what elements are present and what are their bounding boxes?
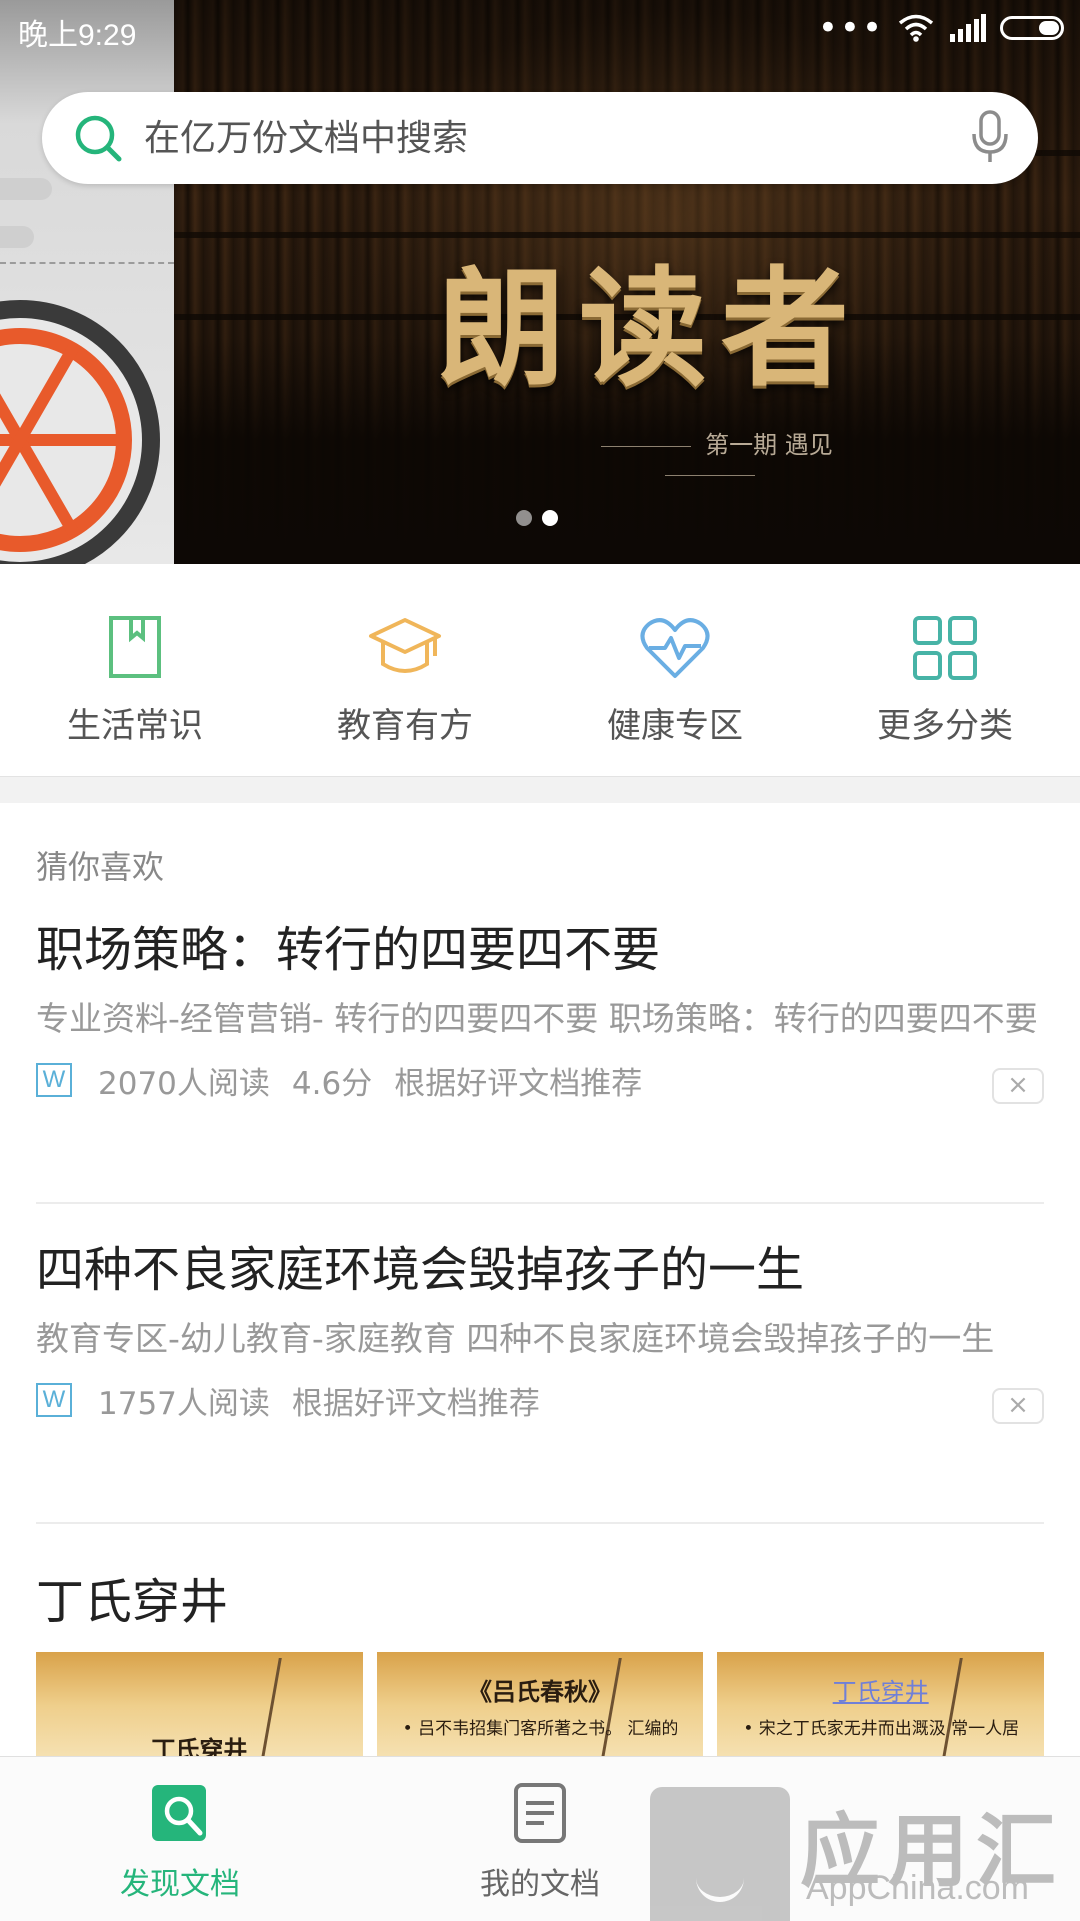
category-label: 健康专区 <box>607 706 743 746</box>
discover-search-icon <box>152 1785 206 1841</box>
thumbnail-text: 《吕氏春秋》 <box>468 1677 612 1706</box>
carousel-indicator <box>516 510 568 530</box>
search-bar[interactable] <box>42 92 1038 184</box>
status-time: 晚上9:29 <box>18 19 137 52</box>
feed-item-meta: W 2070人阅读 4.6分 根据好评文档推荐 × <box>36 1056 1044 1104</box>
banner-carousel[interactable]: 朗读者 第一期 遇见 <box>0 0 1080 564</box>
dismiss-button[interactable]: × <box>992 1068 1044 1104</box>
word-doc-icon: W <box>36 1063 72 1097</box>
feed-item[interactable]: 四种不良家庭环境会毁掉孩子的一生 教育专区-幼儿教育-家庭教育 四种不良家庭环境… <box>36 1240 1044 1424</box>
nav-label: 发现文档 <box>120 1867 240 1902</box>
microphone-icon[interactable] <box>970 110 1010 166</box>
carousel-dot-active <box>542 510 558 526</box>
tab-my-documents[interactable]: 我的文档 <box>430 1781 650 1903</box>
feed-item-description: 教育专区-幼儿教育-家庭教育 四种不良家庭环境会毁掉孩子的一生 <box>36 1319 995 1358</box>
tab-discover[interactable]: 发现文档 <box>70 1781 290 1903</box>
status-bar: 晚上9:29 ••• <box>0 0 1080 60</box>
carousel-dot <box>516 510 532 526</box>
category-grid: 生活常识 教育有方 健康专区 更多分类 <box>0 564 1080 776</box>
signal-icon <box>950 14 986 42</box>
page-thumbnail[interactable]: 丁氏穿井 • 宋之丁氏家无井而出溉汲 常一人居外及其家穿井告人 <box>717 1652 1044 1756</box>
more-dots-icon: ••• <box>817 8 884 48</box>
banner-title: 朗读者 <box>436 254 863 404</box>
rating: 4.6分 <box>291 1065 373 1102</box>
thumbnail-text: 丁氏穿井 <box>151 1735 248 1756</box>
category-education[interactable]: 教育有方 <box>270 564 540 776</box>
bookmark-book-icon <box>109 616 161 678</box>
battery-icon <box>1000 16 1064 40</box>
page-thumbnail[interactable]: 丁氏穿井 <box>36 1652 363 1756</box>
thumbnail-strip[interactable]: 丁氏穿井 《吕氏春秋》 • 吕不韦招集门客所著之书。 汇编的八览、六论、十二 丁… <box>36 1652 1044 1756</box>
graduation-cap-icon <box>369 618 441 673</box>
banner-subtitle: 第一期 遇见 <box>540 425 880 488</box>
grid-icon <box>913 616 977 680</box>
recommend-reason: 根据好评文档推荐 <box>394 1065 643 1102</box>
item-divider <box>36 1522 1044 1524</box>
document-icon <box>514 1783 566 1843</box>
dismiss-button[interactable]: × <box>992 1388 1044 1424</box>
category-more[interactable]: 更多分类 <box>810 564 1080 776</box>
category-label: 生活常识 <box>67 706 203 746</box>
feed-item-title[interactable]: 四种不良家庭环境会毁掉孩子的一生 <box>36 1240 1044 1300</box>
feed-item-title[interactable]: 丁氏穿井 <box>36 1562 228 1632</box>
feed-item-meta: W 1757人阅读 根据好评文档推荐 × <box>36 1376 1044 1424</box>
section-divider <box>0 776 1080 803</box>
feed-item[interactable]: 职场策略：转行的四要四不要 专业资料-经管营销- 转行的四要四不要 职场策略：转… <box>36 920 1044 1104</box>
wifi-icon <box>898 14 934 42</box>
feed-item-title[interactable]: 职场策略：转行的四要四不要 <box>36 920 1044 980</box>
bottom-navigation: 发现文档 我的文档 应用汇 AppChina.com <box>0 1756 1080 1921</box>
feed-item-description: 专业资料-经管营销- 转行的四要四不要 职场策略：转行的四要四不要 <box>36 999 1038 1038</box>
search-icon <box>75 115 122 162</box>
watermark-subtext: AppChina.com <box>806 1869 1030 1907</box>
banner-previous-slide <box>0 0 174 564</box>
bike-wheel-image <box>0 300 160 564</box>
thumbnail-line: • 吕不韦招集门客所著之书。 汇编的八览、六论、十二 <box>402 1719 678 1739</box>
heart-pulse-icon <box>640 618 710 678</box>
category-life-tips[interactable]: 生活常识 <box>0 564 270 776</box>
nav-label: 我的文档 <box>480 1867 600 1902</box>
category-label: 更多分类 <box>877 706 1013 746</box>
read-count: 1757人阅读 <box>98 1385 270 1422</box>
thumbnail-line: • 宋之丁氏家无井而出溉汲 常一人居外及其家穿井告人 <box>743 1719 1019 1739</box>
word-doc-icon: W <box>36 1383 72 1417</box>
watermark-logo: 应用汇 AppChina.com <box>630 1757 1070 1921</box>
recommend-reason: 根据好评文档推荐 <box>291 1385 540 1422</box>
search-input[interactable] <box>144 92 944 184</box>
item-divider <box>36 1202 1044 1204</box>
category-label: 教育有方 <box>337 706 473 746</box>
category-health[interactable]: 健康专区 <box>540 564 810 776</box>
thumbnail-text: 丁氏穿井 <box>832 1678 929 1706</box>
read-count: 2070人阅读 <box>98 1065 270 1102</box>
page-thumbnail[interactable]: 《吕氏春秋》 • 吕不韦招集门客所著之书。 汇编的八览、六论、十二 <box>376 1652 704 1756</box>
section-title-recommend: 猜你喜欢 <box>36 848 165 886</box>
